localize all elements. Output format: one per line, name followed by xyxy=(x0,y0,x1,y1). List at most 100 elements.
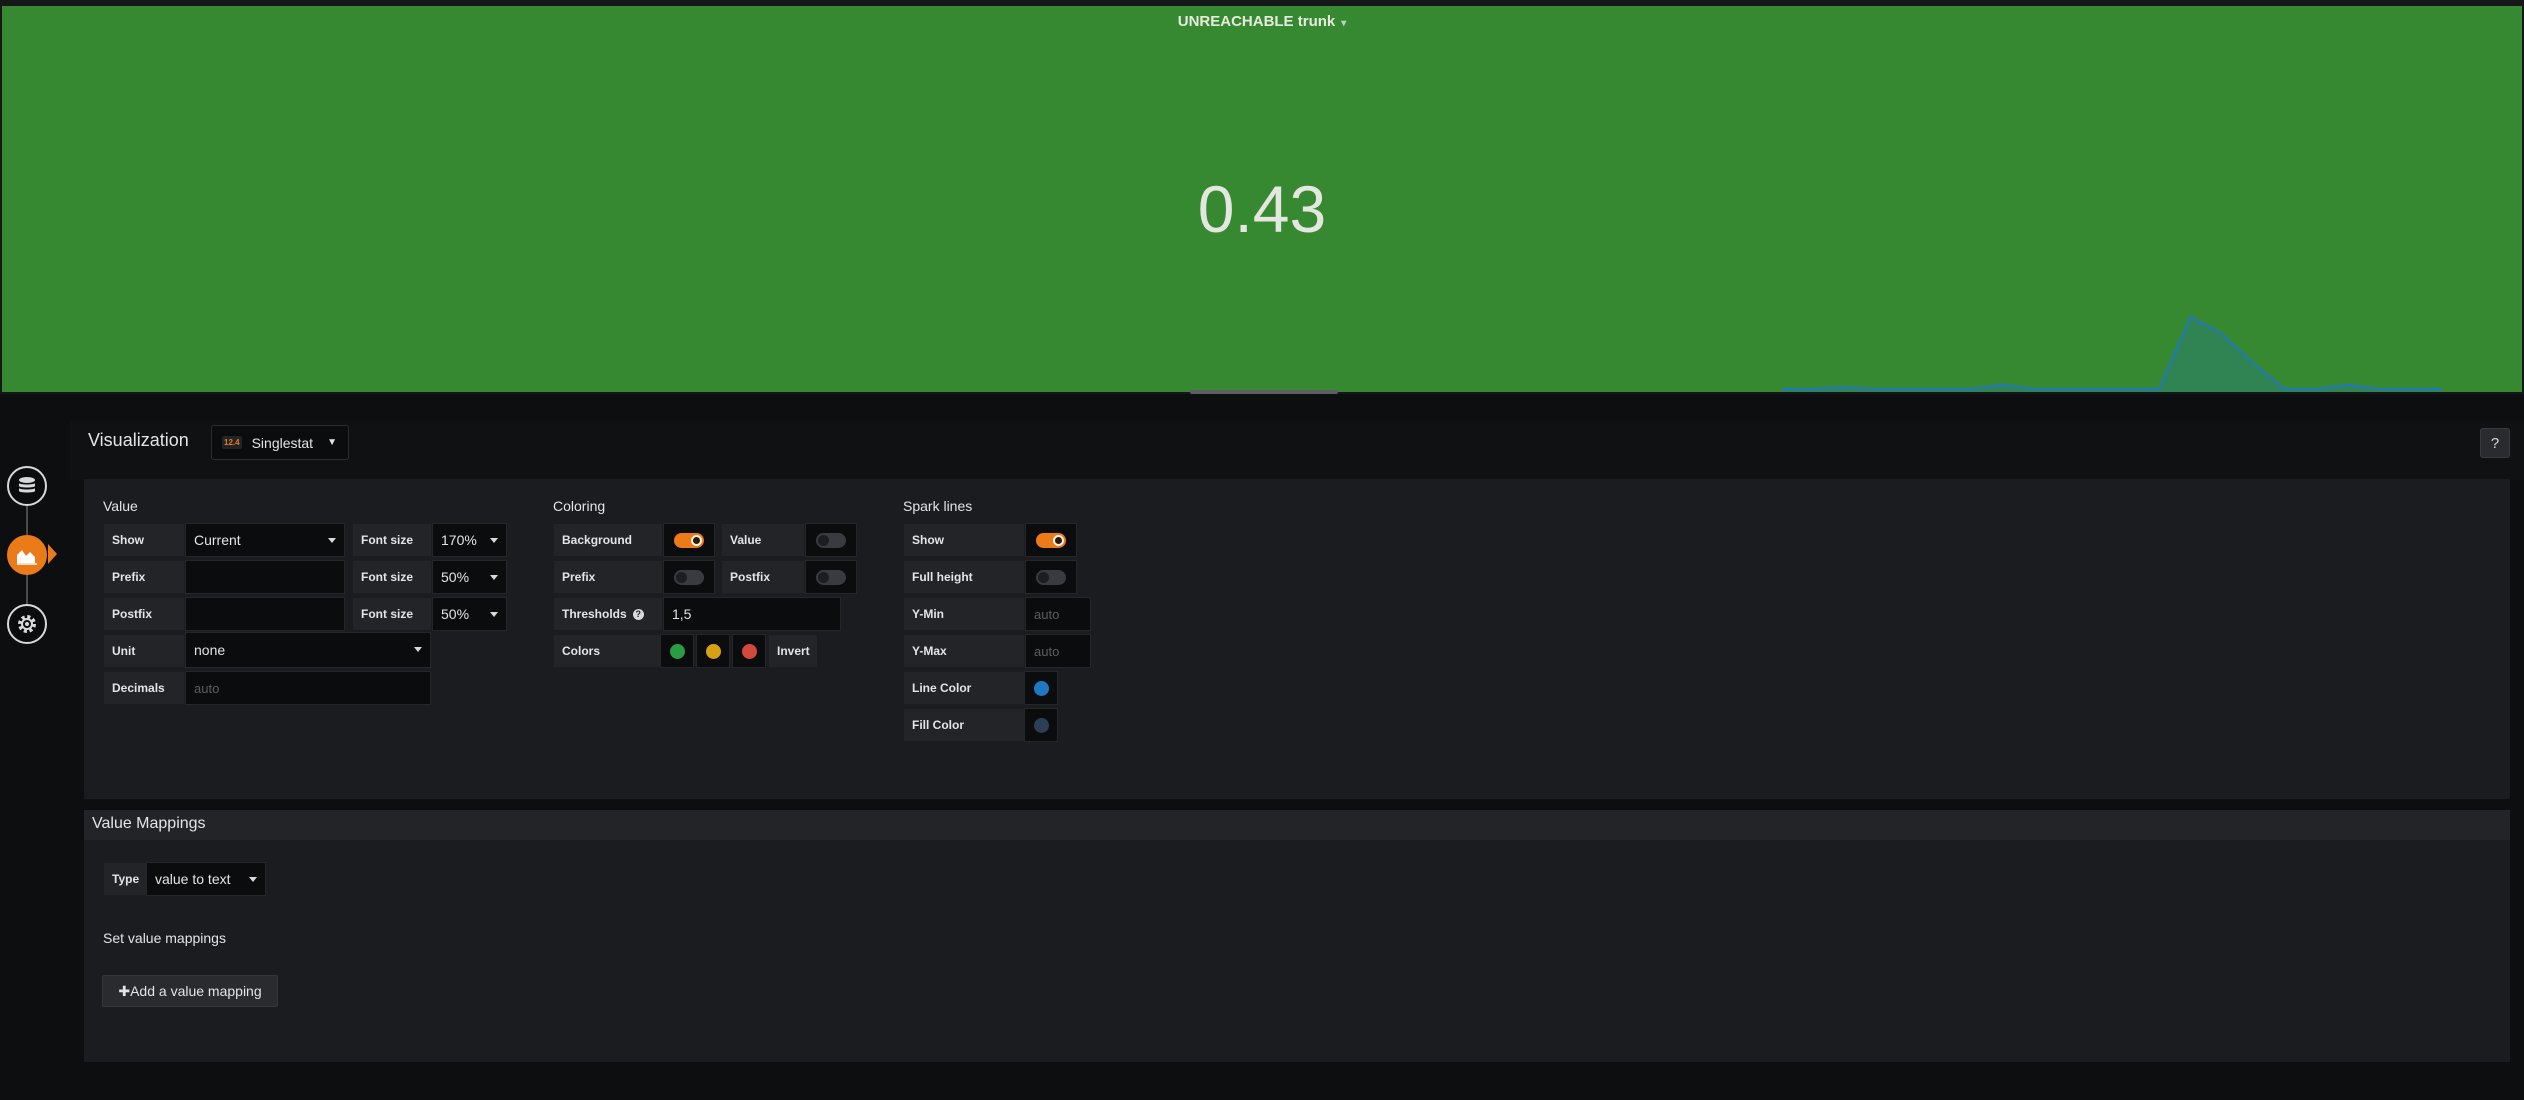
chevron-down-icon xyxy=(328,538,336,543)
background-switch-box xyxy=(663,523,715,557)
postfix-switch-box xyxy=(805,560,857,594)
visualization-picker[interactable]: 12.4 Singlestat ▼ xyxy=(211,425,349,460)
line-color-swatch xyxy=(1033,680,1049,696)
prefix-label: Prefix xyxy=(103,560,185,594)
chevron-down-icon xyxy=(414,647,422,652)
threshold-color-3[interactable] xyxy=(732,634,766,668)
postfix-label: Postfix xyxy=(103,597,185,631)
panel-title-text: UNREACHABLE trunk xyxy=(1177,13,1336,30)
fill-color-swatch xyxy=(1033,717,1049,733)
spark-section-title: Spark lines xyxy=(903,498,973,514)
chart-icon xyxy=(17,550,37,565)
chevron-down-icon xyxy=(490,575,498,580)
sparkline-line xyxy=(1782,315,2442,390)
prefix-color-toggle[interactable] xyxy=(674,569,704,585)
thresholds-label: Thresholds? xyxy=(553,597,663,631)
prefix-font-size-label: Font size xyxy=(352,560,432,594)
fill-color-picker[interactable] xyxy=(1024,708,1058,742)
database-icon xyxy=(19,477,35,493)
mapping-type-label: Type xyxy=(103,862,148,896)
set-value-mappings-label: Set value mappings xyxy=(103,930,226,946)
full-height-toggle[interactable] xyxy=(1036,569,1066,585)
singlestat-panel: UNREACHABLE trunk ▾ 0.43 xyxy=(2,6,2522,392)
value-mappings-header xyxy=(84,810,2510,840)
full-height-label: Full height xyxy=(903,560,1025,594)
unit-label: Unit xyxy=(103,634,185,668)
fill-color-label: Fill Color xyxy=(903,708,1025,742)
chevron-down-icon: ▾ xyxy=(1341,18,1347,29)
ymin-label: Y-Min xyxy=(903,597,1025,631)
unit-select-value: none xyxy=(194,642,226,658)
background-toggle[interactable] xyxy=(674,532,704,548)
threshold-color-1[interactable] xyxy=(660,634,694,668)
postfix-color-label: Postfix xyxy=(721,560,805,594)
add-value-mapping-button[interactable]: ✚Add a value mapping xyxy=(102,975,278,1007)
line-color-label: Line Color xyxy=(903,671,1025,705)
prefix-color-label: Prefix xyxy=(553,560,663,594)
decimals-label: Decimals xyxy=(103,671,185,705)
prefix-input[interactable] xyxy=(185,560,345,594)
ymin-input[interactable]: auto xyxy=(1025,597,1091,631)
visualization-tab[interactable] xyxy=(7,535,47,575)
help-button[interactable]: ? xyxy=(2480,428,2510,458)
singlestat-icon: 12.4 xyxy=(222,436,242,449)
panel-preview: UNREACHABLE trunk ▾ 0.43 xyxy=(0,0,2524,394)
chevron-down-icon xyxy=(249,877,257,882)
color-swatch-red xyxy=(741,643,757,659)
gear-icon xyxy=(18,615,36,633)
value-mappings-title: Value Mappings xyxy=(92,815,206,832)
color-swatch-yellow xyxy=(705,643,721,659)
panel-resize-handle[interactable] xyxy=(1190,390,1338,394)
show-select-value: Current xyxy=(194,532,241,548)
queries-tab[interactable] xyxy=(7,466,47,506)
decimals-input[interactable]: auto xyxy=(185,671,431,705)
ymax-input[interactable]: auto xyxy=(1025,634,1091,668)
prefix-font-size-select[interactable]: 50% xyxy=(432,560,507,594)
value-color-toggle[interactable] xyxy=(816,532,846,548)
active-tab-arrow xyxy=(48,544,57,564)
chevron-down-icon xyxy=(490,612,498,617)
stat-value: 0.43 xyxy=(1197,172,1327,246)
mapping-type-select[interactable]: value to text xyxy=(146,862,266,896)
font-size-select[interactable]: 170% xyxy=(432,523,507,557)
prefix-font-size-value: 50% xyxy=(441,569,470,585)
background-label: Background xyxy=(553,523,663,557)
thresholds-label-text: Thresholds xyxy=(562,607,627,621)
full-height-switch-box xyxy=(1025,560,1077,594)
postfix-color-toggle[interactable] xyxy=(816,569,846,585)
postfix-font-size-select[interactable]: 50% xyxy=(432,597,507,631)
show-label: Show xyxy=(103,523,185,557)
postfix-font-size-label: Font size xyxy=(352,597,432,631)
thresholds-input[interactable]: 1,5 xyxy=(663,597,841,631)
question-circle-icon[interactable]: ? xyxy=(632,608,644,620)
threshold-color-2[interactable] xyxy=(696,634,730,668)
line-color-picker[interactable] xyxy=(1024,671,1058,705)
editor-header xyxy=(70,420,2524,480)
colors-label: Colors xyxy=(553,634,663,668)
postfix-input[interactable] xyxy=(185,597,345,631)
color-swatch-green xyxy=(669,643,685,659)
sparkline-fill xyxy=(1782,316,2442,392)
show-select[interactable]: Current xyxy=(185,523,345,557)
ymax-label: Y-Max xyxy=(903,634,1025,668)
general-tab[interactable] xyxy=(7,604,47,644)
mapping-type-value: value to text xyxy=(155,871,231,887)
value-section-title: Value xyxy=(103,498,138,514)
panel-title[interactable]: UNREACHABLE trunk ▾ xyxy=(2,13,2522,30)
value-mappings-panel xyxy=(84,840,2510,1062)
sparkline xyxy=(1782,315,2442,392)
invert-button[interactable]: Invert xyxy=(768,634,818,668)
coloring-section-title: Coloring xyxy=(553,498,606,514)
value-switch-box xyxy=(805,523,857,557)
prefix-switch-box xyxy=(663,560,715,594)
unit-select[interactable]: none xyxy=(185,632,431,668)
value-color-label: Value xyxy=(721,523,805,557)
postfix-font-size-value: 50% xyxy=(441,606,470,622)
editor-title: Visualization xyxy=(88,430,189,450)
chevron-down-icon xyxy=(490,538,498,543)
spark-show-label: Show xyxy=(903,523,1025,557)
spark-show-toggle[interactable] xyxy=(1036,532,1066,548)
chevron-down-icon: ▼ xyxy=(327,437,337,448)
spark-show-switch-box xyxy=(1025,523,1077,557)
visualization-picker-label: Singlestat xyxy=(251,434,314,451)
